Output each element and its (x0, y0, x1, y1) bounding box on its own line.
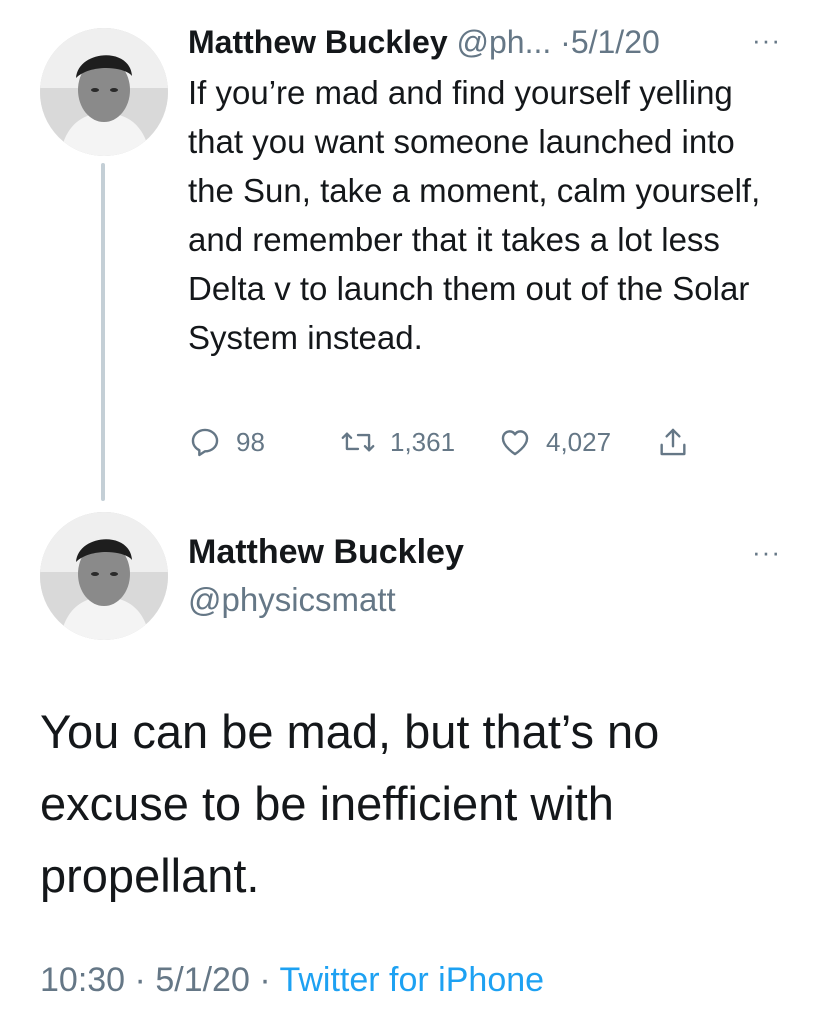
avatar-photo (40, 512, 168, 640)
tweet1-more-button[interactable]: ··· (752, 27, 781, 53)
reply-button[interactable]: 98 (188, 420, 265, 464)
reply-icon (191, 428, 219, 457)
tweet2-time: 10:30 (40, 961, 126, 999)
tweet2-meta: 10:30 · 5/1/20 · Twitter for iPhone (40, 956, 544, 1004)
share-icon (660, 428, 686, 456)
tweet1-action-bar: 98 1,361 4,027 (188, 420, 748, 464)
reply-count: 98 (236, 426, 265, 457)
retweet-icon (341, 432, 375, 452)
avatar[interactable] (40, 28, 168, 156)
tweet2-date: 5/1/20 (155, 961, 250, 999)
like-button[interactable]: 4,027 (498, 420, 611, 464)
tweet2-display-name[interactable]: Matthew Buckley (188, 530, 464, 574)
tweet1-separator: · (560, 24, 571, 60)
heart-icon (501, 430, 529, 456)
tweet1-date[interactable]: 5/1/20 (571, 24, 660, 60)
tweet1-display-name[interactable]: Matthew Buckley (188, 24, 448, 60)
tweet2-text: You can be mad, but that’s no excuse to … (40, 705, 660, 902)
meta-separator: · (259, 961, 271, 999)
like-count: 4,027 (546, 426, 612, 457)
tweet2-more-button[interactable]: ··· (752, 539, 781, 565)
tweet1-text: If you’re mad and find yourself yelling … (188, 74, 761, 356)
tweet1-handle[interactable]: @ph... (457, 24, 552, 60)
tweet2-handle[interactable]: @physicsmatt (188, 578, 396, 622)
tweet1-header: Matthew Buckley @ph... ·5/1/20 (188, 20, 748, 64)
meta-separator: · (134, 961, 146, 999)
retweet-count: 1,361 (390, 426, 456, 457)
avatar-photo (40, 28, 168, 156)
share-button[interactable] (656, 420, 704, 464)
avatar[interactable] (40, 512, 168, 640)
tweet2-source-link[interactable]: Twitter for iPhone (279, 961, 544, 999)
retweet-button[interactable]: 1,361 (340, 420, 455, 464)
thread-connector (101, 163, 105, 501)
